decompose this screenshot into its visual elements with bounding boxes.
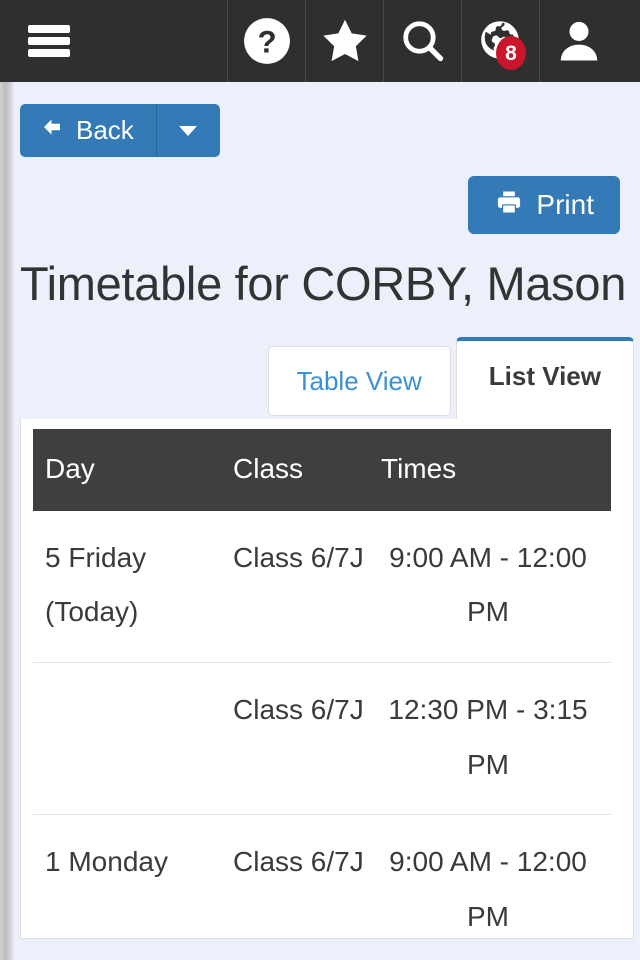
print-button[interactable]: Print <box>468 176 620 234</box>
back-button-label: Back <box>76 115 134 145</box>
timetable-panel: Day Class Times 5 Friday (Today) Class 6… <box>20 418 634 939</box>
cell-day <box>33 662 233 816</box>
help-button[interactable]: ? <box>228 0 306 82</box>
search-button[interactable] <box>384 0 462 82</box>
cell-times: 9:00 AM - 12:00 PM <box>365 814 611 938</box>
notifications-button[interactable]: 8 <box>462 0 540 82</box>
view-tabs: Table View List View <box>14 336 640 419</box>
cell-class: Class 6/7J <box>233 510 365 664</box>
table-header-row: Day Class Times <box>33 428 611 511</box>
search-icon <box>398 16 448 66</box>
page-title: Timetable for CORBY, Mason <box>20 257 627 310</box>
table-row[interactable]: 1 Monday Class 6/7J 9:00 AM - 12:00 PM <box>33 814 611 938</box>
table-row[interactable]: 5 Friday (Today) Class 6/7J 9:00 AM - 12… <box>33 510 611 664</box>
timetable-body: 5 Friday (Today) Class 6/7J 9:00 AM - 12… <box>33 510 611 938</box>
cell-class: Class 6/7J <box>233 814 365 938</box>
favourites-button[interactable] <box>306 0 384 82</box>
help-icon: ? <box>242 16 292 66</box>
offcanvas-edge-strip <box>0 82 14 960</box>
cell-times: 9:00 AM - 12:00 PM <box>365 510 611 664</box>
user-profile-icon <box>553 15 605 67</box>
back-button[interactable]: Back <box>20 104 156 157</box>
timetable-header: Day Class Times <box>33 428 611 511</box>
column-header-day: Day <box>33 428 233 511</box>
cell-class: Class 6/7J <box>233 662 365 816</box>
back-dropdown-button[interactable] <box>155 104 220 157</box>
menu-button[interactable] <box>0 0 228 82</box>
tab-table-view-label: Table View <box>296 365 422 396</box>
tab-list-view[interactable]: List View <box>455 336 634 419</box>
table-row[interactable]: Class 6/7J 12:30 PM - 3:15 PM <box>33 662 611 816</box>
back-button-group: Back <box>20 104 220 157</box>
back-toolbar: Back <box>14 82 640 157</box>
hamburger-bar <box>28 49 70 57</box>
cell-day: 1 Monday <box>33 814 233 938</box>
hamburger-bar <box>28 25 70 33</box>
hamburger-bar <box>28 37 70 45</box>
caret-down-icon <box>179 125 198 136</box>
profile-button[interactable] <box>540 0 618 82</box>
top-navigation-bar: ? 8 <box>0 0 640 82</box>
cell-times: 12:30 PM - 3:15 PM <box>365 662 611 816</box>
tab-list-view-label: List View <box>488 360 601 391</box>
print-toolbar: Print <box>14 176 640 234</box>
hamburger-menu-icon[interactable] <box>28 25 70 57</box>
timetable-table: Day Class Times 5 Friday (Today) Class 6… <box>33 428 611 938</box>
svg-text:?: ? <box>257 24 276 59</box>
notification-count-badge: 8 <box>496 36 526 70</box>
print-button-label: Print <box>536 189 594 220</box>
arrow-left-icon <box>38 115 66 146</box>
tab-table-view[interactable]: Table View <box>267 345 451 416</box>
column-header-class: Class <box>233 428 365 511</box>
page-content: Back Print Timetable for CORBY, Mason Ta… <box>14 82 640 960</box>
column-header-times: Times <box>365 428 611 511</box>
cell-day: 5 Friday (Today) <box>33 510 233 664</box>
favourites-star-icon <box>319 15 371 67</box>
printer-icon <box>494 188 524 223</box>
